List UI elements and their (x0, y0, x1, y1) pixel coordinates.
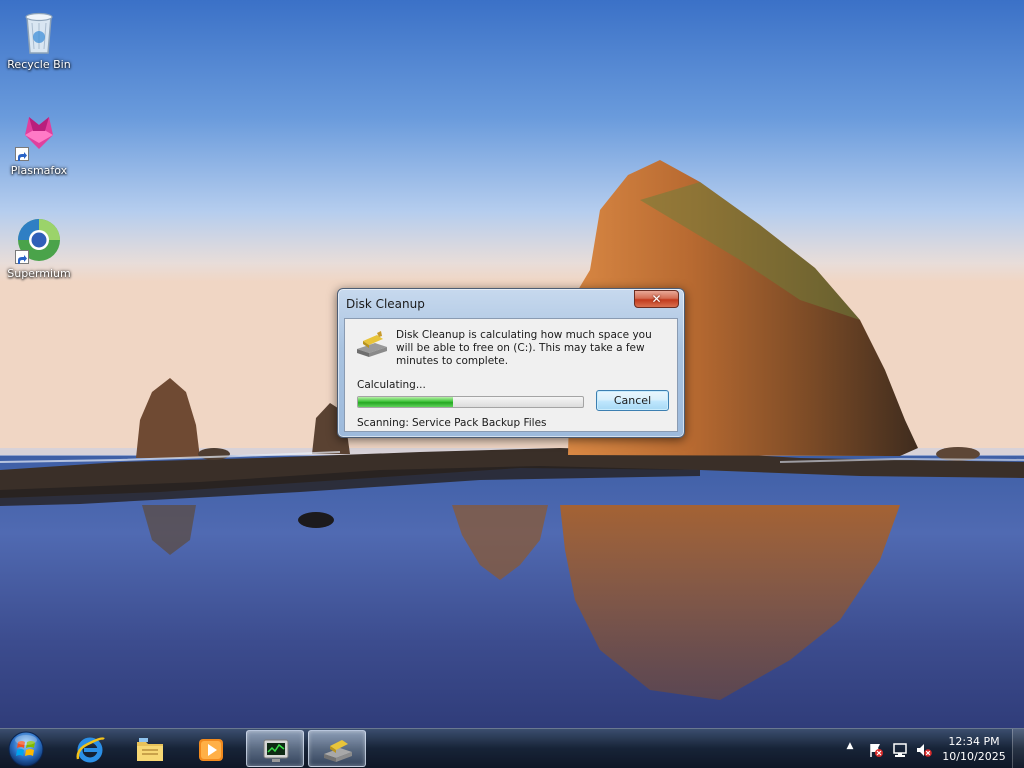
internet-explorer-icon (76, 737, 105, 763)
desktop-icon-label: Plasmafox (10, 164, 68, 177)
plasmafox-icon (15, 113, 63, 161)
taskbar-disk-cleanup[interactable] (308, 730, 366, 767)
task-manager-icon (263, 739, 289, 762)
disk-cleanup-dialog: Disk Cleanup ✕ Disk Cleanup is calculati… (337, 288, 685, 438)
progress-fill (358, 397, 453, 407)
action-center-flag-icon[interactable] (868, 742, 884, 758)
shortcut-arrow-icon (15, 250, 29, 264)
progress-bar (357, 396, 584, 408)
recycle-bin-icon (15, 7, 63, 55)
desktop-icon-label: Supermium (7, 267, 71, 280)
disk-cleanup-icon (324, 740, 352, 762)
shortcut-arrow-icon (15, 147, 29, 161)
dialog-body: Disk Cleanup is calculating how much spa… (344, 318, 678, 432)
show-desktop-button[interactable] (1012, 729, 1024, 768)
scanning-label: Scanning: (357, 417, 409, 429)
desktop-icon-plasmafox[interactable]: Plasmafox (1, 113, 77, 177)
volume-muted-icon[interactable] (916, 742, 932, 758)
start-orb-icon (8, 731, 44, 767)
network-icon[interactable] (892, 742, 908, 758)
taskbar-file-explorer[interactable] (121, 730, 179, 767)
close-button[interactable]: ✕ (634, 290, 679, 308)
desktop: Recycle Bin Plasmafox Supermium Disk Cle… (0, 0, 1024, 768)
cancel-button[interactable]: Cancel (596, 390, 669, 411)
start-button[interactable] (4, 729, 50, 768)
system-tray: ▲ (842, 729, 942, 768)
scanning-value: Service Pack Backup Files (412, 417, 547, 429)
desktop-icon-label: Recycle Bin (7, 58, 71, 71)
show-hidden-icons-button[interactable]: ▲ (844, 741, 856, 757)
clock-time: 12:34 PM (948, 735, 1000, 748)
media-player-icon (199, 739, 223, 761)
disk-cleanup-icon (357, 331, 387, 357)
taskbar-clock[interactable]: 12:34 PM 10/10/2025 (938, 734, 1010, 764)
desktop-icon-supermium[interactable]: Supermium (1, 216, 77, 280)
supermium-icon (15, 216, 63, 264)
status-label: Calculating... (357, 379, 426, 391)
desktop-icon-recycle-bin[interactable]: Recycle Bin (1, 7, 77, 71)
dialog-title: Disk Cleanup (346, 297, 425, 311)
clock-date: 10/10/2025 (942, 750, 1006, 763)
file-explorer-icon (137, 738, 163, 761)
taskbar: ▲ 12:34 PM 10/10/2025 (0, 728, 1024, 768)
taskbar-internet-explorer[interactable] (61, 730, 119, 767)
taskbar-task-manager[interactable] (246, 730, 304, 767)
taskbar-media-player[interactable] (182, 730, 240, 767)
dialog-message: Disk Cleanup is calculating how much spa… (396, 329, 652, 367)
